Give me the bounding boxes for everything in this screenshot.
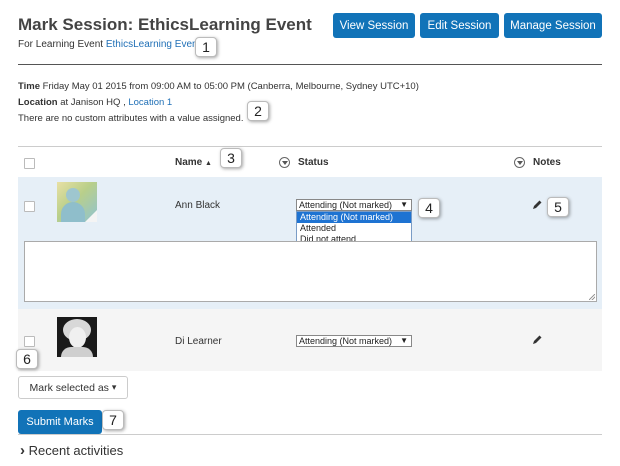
edit-session-button[interactable]: Edit Session [420, 13, 499, 38]
row-checkbox[interactable] [24, 336, 35, 347]
avatar [57, 182, 97, 222]
learner-name: Ann Black [175, 200, 221, 211]
avatar-head [66, 188, 80, 202]
status-select-value: Attending (Not marked) [299, 200, 393, 210]
status-column-header: Status [298, 157, 329, 168]
callout-badge: 5 [547, 197, 569, 217]
name-column-header[interactable]: Name ▲ [175, 157, 212, 168]
notes-column-header: Notes [533, 157, 561, 168]
status-select-value: Attending (Not marked) [299, 336, 393, 346]
learning-event-link[interactable]: EthicsLearning Event [106, 39, 201, 50]
learner-name: Di Learner [175, 336, 222, 347]
avatar [57, 317, 97, 357]
notes-filter-icon[interactable] [514, 157, 525, 168]
dropdown-arrow-icon: ▼ [400, 200, 408, 209]
recent-activities-label: Recent activities [28, 443, 124, 458]
time-label: Time [18, 81, 41, 92]
resize-grip-icon[interactable] [589, 294, 595, 300]
location-link[interactable]: Location 1 [128, 97, 172, 108]
location-value: at Janison HQ , [60, 97, 126, 108]
recent-activities-toggle[interactable]: › Recent activities [20, 442, 123, 459]
chevron-right-icon: › [20, 442, 25, 459]
manage-session-button[interactable]: Manage Session [504, 13, 602, 38]
caret-down-icon: ▾ [111, 382, 117, 392]
submit-marks-button[interactable]: Submit Marks [18, 410, 102, 434]
custom-attributes-note: There are no custom attributes with a va… [18, 113, 244, 124]
status-option-attended[interactable]: Attended [297, 223, 411, 234]
session-time: Time Friday May 01 2015 from 09:00 AM to… [18, 81, 419, 92]
callout-badge: 1 [195, 37, 217, 57]
subtitle-prefix: For Learning Event [18, 39, 104, 50]
table-top-divider [18, 146, 602, 147]
dropdown-arrow-icon: ▼ [400, 336, 408, 345]
avatar-face [69, 327, 86, 348]
edit-notes-pencil-icon[interactable] [531, 199, 543, 211]
page-subtitle: For Learning Event EthicsLearning Event [18, 39, 200, 50]
footer-divider [18, 434, 602, 435]
mark-selected-label: Mark selected as [29, 381, 109, 394]
avatar-body [61, 202, 85, 222]
sort-ascending-icon: ▲ [205, 160, 212, 167]
status-select[interactable]: Attending (Not marked) ▼ [296, 199, 412, 211]
callout-badge: 6 [16, 349, 38, 369]
status-filter-icon[interactable] [279, 157, 290, 168]
row-checkbox[interactable] [24, 201, 35, 212]
avatar-shoulders [61, 347, 93, 357]
select-all-checkbox[interactable] [24, 158, 35, 169]
mark-selected-as-button[interactable]: Mark selected as ▾ [18, 376, 128, 399]
edit-notes-pencil-icon[interactable] [531, 334, 543, 346]
view-session-button[interactable]: View Session [333, 13, 415, 38]
callout-badge: 2 [247, 101, 269, 121]
time-value: Friday May 01 2015 from 09:00 AM to 05:0… [42, 81, 419, 92]
session-location: Location at Janison HQ , Location 1 [18, 97, 172, 108]
callout-badge: 7 [102, 410, 124, 430]
notes-textarea[interactable] [24, 241, 597, 302]
name-column-label: Name [175, 157, 203, 168]
status-select[interactable]: Attending (Not marked) ▼ [296, 335, 412, 347]
status-option-attending[interactable]: Attending (Not marked) [297, 212, 411, 223]
page-title: Mark Session: EthicsLearning Event [18, 15, 312, 34]
location-label: Location [18, 97, 58, 108]
callout-badge: 3 [220, 148, 242, 168]
header-divider [18, 64, 602, 65]
callout-badge: 4 [418, 198, 440, 218]
